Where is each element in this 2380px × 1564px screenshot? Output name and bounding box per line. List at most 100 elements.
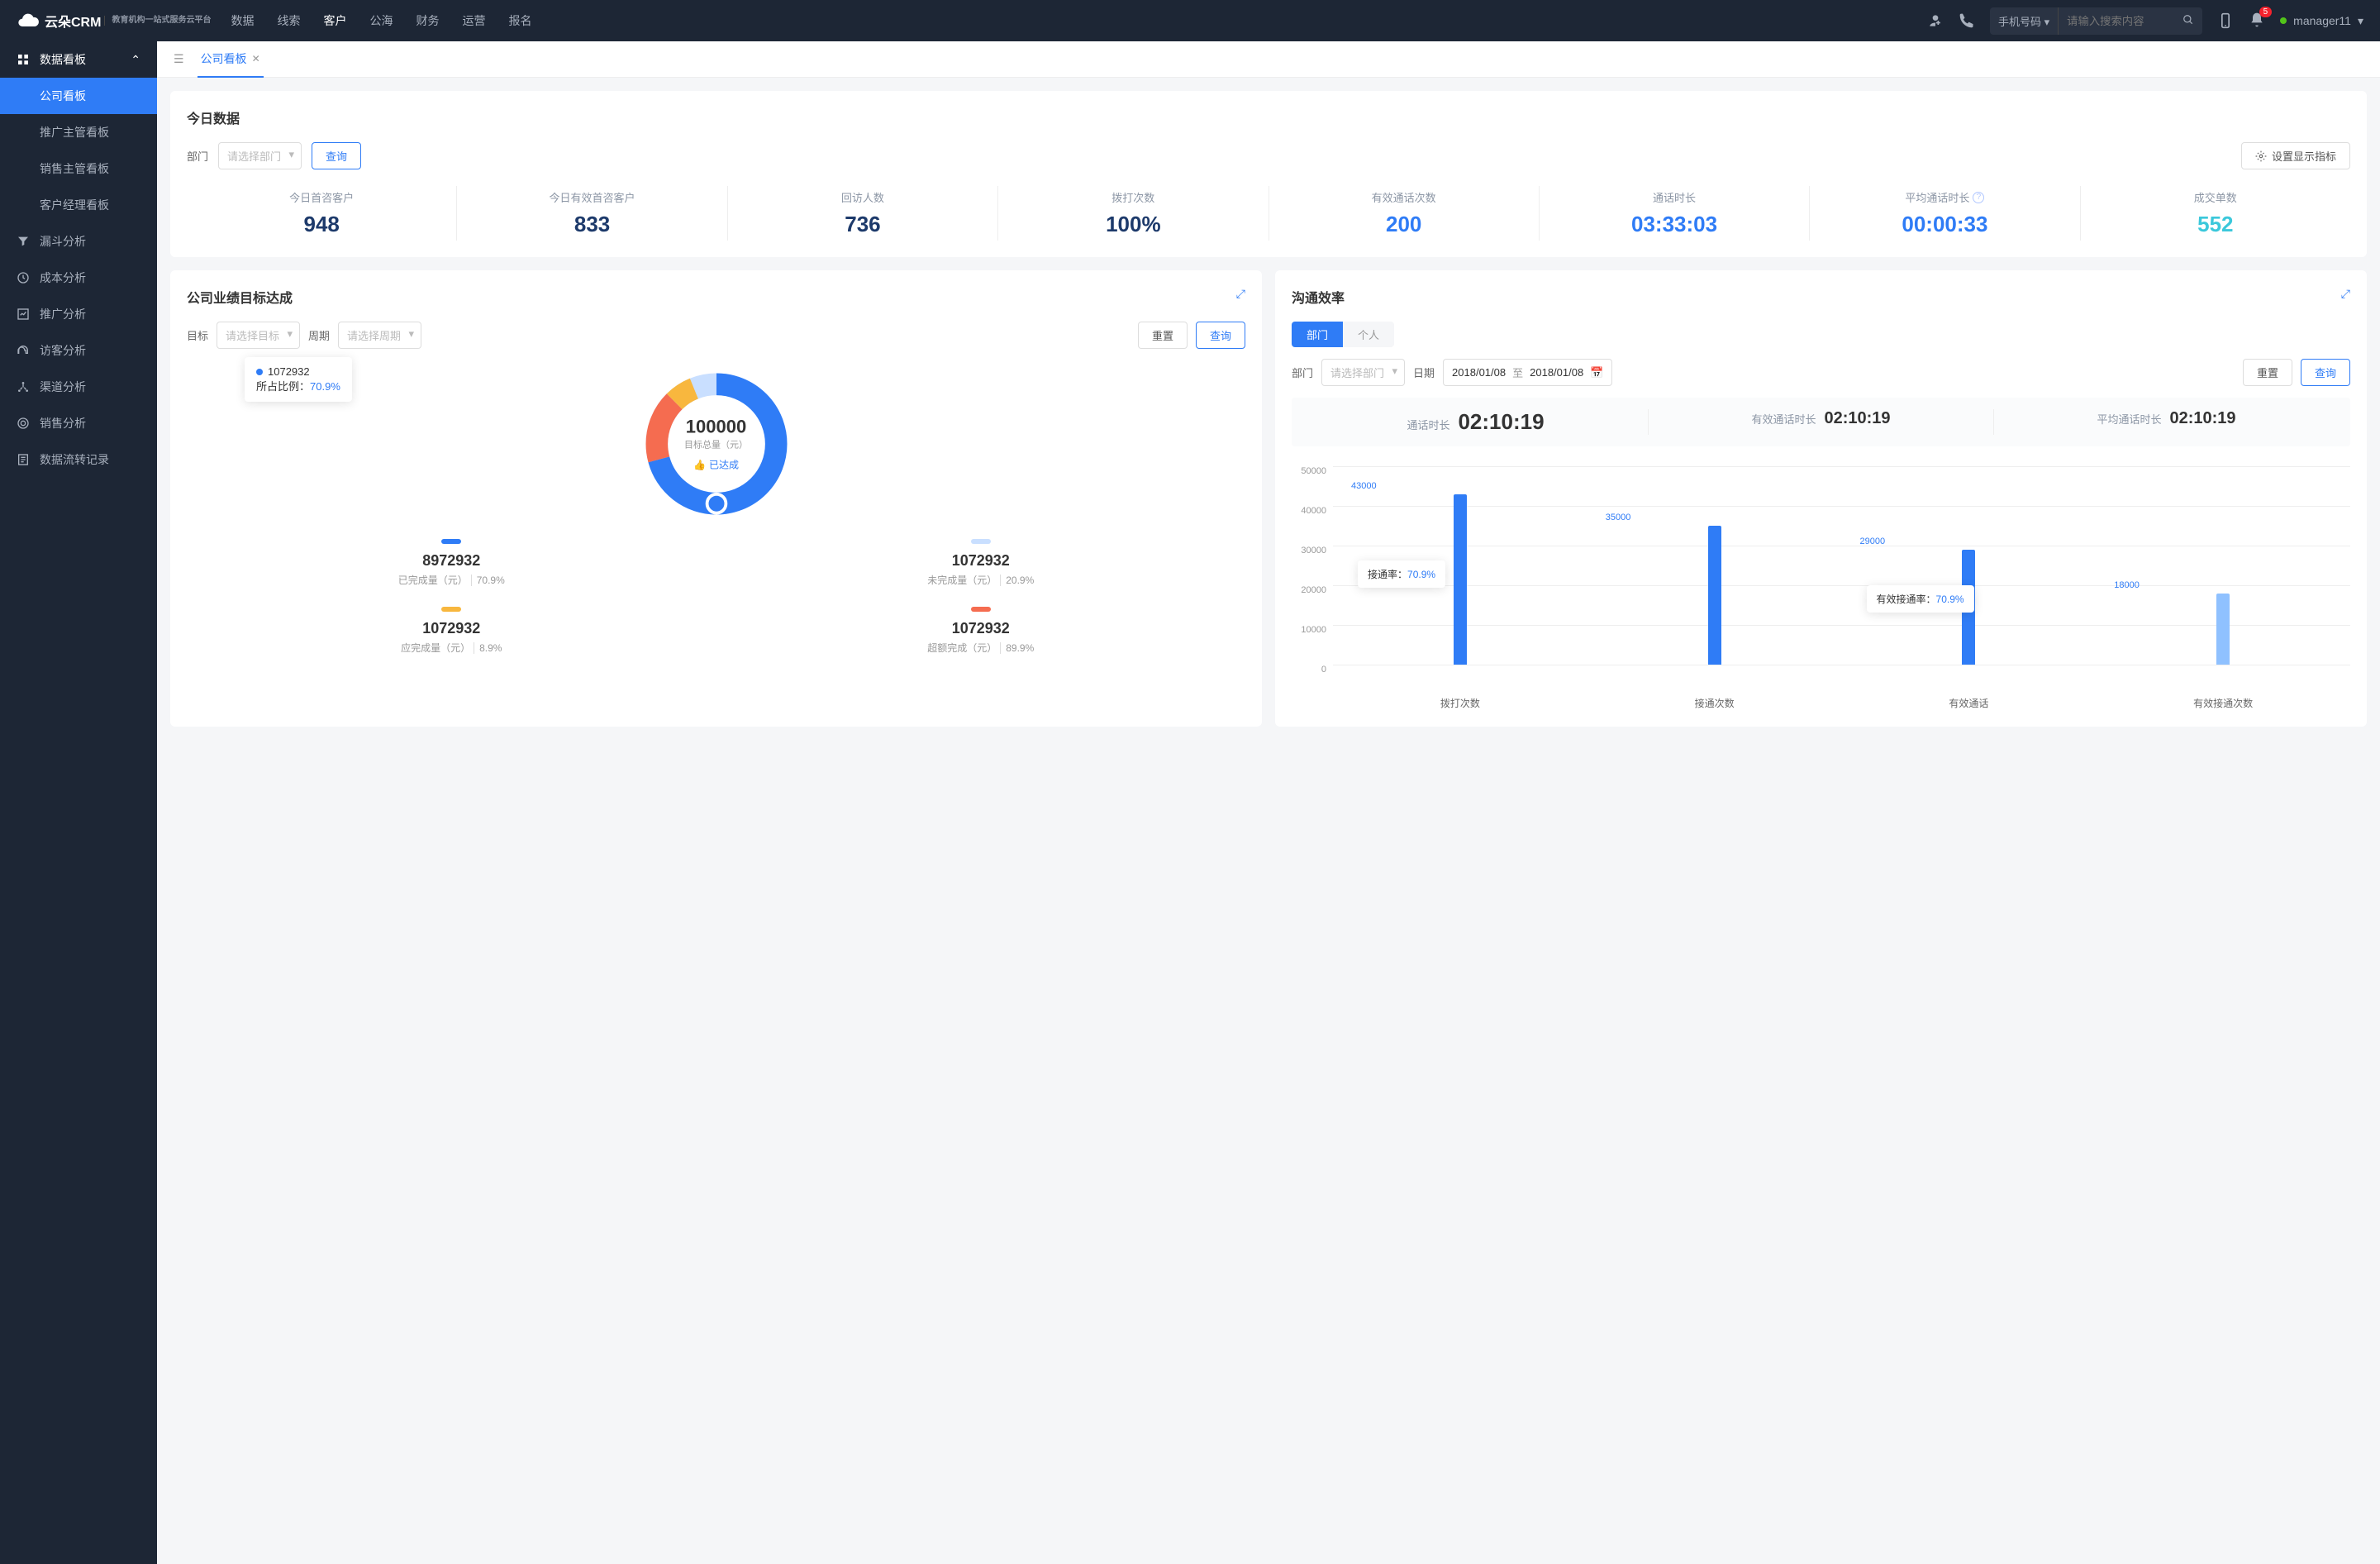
x-label: 拨打次数 [1333, 696, 1587, 710]
expand-icon[interactable]: ⤢ [1236, 287, 1245, 301]
y-tick: 10000 [1301, 625, 1326, 635]
headset-icon [17, 344, 30, 357]
sidebar-item[interactable]: 推广主管看板 [0, 114, 157, 150]
search-box: 手机号码 ▾ [1990, 7, 2202, 35]
bar [1708, 526, 1721, 665]
sidebar-menu-item[interactable]: 数据流转记录 [0, 441, 157, 478]
sidebar: 数据看板 ⌃ 公司看板推广主管看板销售主管看板客户经理看板 漏斗分析成本分析推广… [0, 41, 157, 1564]
stat-item: 平均通话时长?00:00:33 [1810, 186, 2080, 241]
pill-dept[interactable]: 部门 [1292, 322, 1343, 347]
metric-value: 1072932 [716, 552, 1246, 570]
summary-value: 02:10:19 [1824, 409, 1890, 428]
x-label: 有效通话 [1842, 696, 2097, 710]
sidebar-menu-label: 访客分析 [40, 342, 86, 359]
y-tick: 0 [1321, 665, 1326, 675]
nav-item[interactable]: 运营 [462, 1, 485, 41]
tab-label: 公司看板 [201, 50, 247, 67]
query-button[interactable]: 查询 [312, 142, 361, 169]
tabs-collapse-icon[interactable]: ☰ [174, 52, 184, 66]
dept-label: 部门 [187, 148, 208, 164]
add-user-icon[interactable] [1927, 12, 1944, 29]
sidebar-menu-item[interactable]: 漏斗分析 [0, 223, 157, 260]
info-icon[interactable]: ? [1973, 192, 1984, 203]
sidebar-group-dashboard[interactable]: 数据看板 ⌃ [0, 41, 157, 78]
nav-item[interactable]: 报名 [508, 1, 531, 41]
expand-icon[interactable]: ⤢ [2341, 287, 2350, 301]
summary-value: 02:10:19 [2169, 409, 2235, 428]
dept-label: 部门 [1292, 365, 1313, 380]
nav-item[interactable]: 客户 [323, 1, 346, 41]
pill-person[interactable]: 个人 [1343, 322, 1394, 347]
dashboard-icon [17, 53, 30, 66]
metric-color-bar [441, 607, 461, 612]
stat-label: 有效通话次数 [1269, 189, 1539, 205]
close-icon[interactable]: ✕ [252, 53, 260, 64]
nav-item[interactable]: 财务 [416, 1, 439, 41]
nav-item[interactable]: 数据 [231, 1, 254, 41]
search-input[interactable] [2059, 9, 2174, 33]
sidebar-item[interactable]: 客户经理看板 [0, 187, 157, 223]
target-select[interactable]: 请选择目标 [217, 322, 300, 349]
user-menu[interactable]: manager11 ▾ [2280, 14, 2363, 28]
metric-value: 1072932 [716, 620, 1246, 637]
bar-group: 29000有效接通率：70.9% [1842, 550, 2097, 665]
top-header: 云朵CRM 教育机构一站式服务云平台 数据线索客户公海财务运营报名 手机号码 ▾… [0, 0, 2380, 41]
stat-label: 今日首咨客户 [187, 189, 456, 205]
dept-select[interactable]: 请选择部门 [1321, 359, 1405, 386]
sidebar-item[interactable]: 公司看板 [0, 78, 157, 114]
mobile-icon[interactable] [2217, 12, 2234, 29]
nav-item[interactable]: 公海 [369, 1, 393, 41]
card-title: 沟通效率 [1292, 287, 2350, 307]
summary-label: 通话时长 [1407, 417, 1449, 432]
period-select[interactable]: 请选择周期 [338, 322, 421, 349]
stat-value: 552 [2081, 212, 2350, 237]
query-button[interactable]: 查询 [1196, 322, 1245, 349]
chart-tooltip: 有效接通率：70.9% [1867, 585, 1974, 613]
bar [2216, 594, 2230, 665]
sidebar-item[interactable]: 销售主管看板 [0, 150, 157, 187]
log-icon [17, 453, 30, 466]
logo-subtitle: 教育机构一站式服务云平台 [104, 16, 211, 26]
notification-badge: 5 [2259, 7, 2273, 17]
nav-item[interactable]: 线索 [277, 1, 300, 41]
search-button[interactable] [2174, 8, 2202, 34]
chart-tooltip: 接通率：70.9% [1358, 560, 1445, 588]
logo: 云朵CRM 教育机构一站式服务云平台 [17, 9, 211, 32]
sidebar-menu-item[interactable]: 渠道分析 [0, 369, 157, 405]
metric-color-bar [441, 539, 461, 544]
dept-select[interactable]: 请选择部门 [218, 142, 302, 169]
metric-label: 已完成量（元）70.9% [187, 573, 716, 587]
stat-value: 00:00:33 [1810, 212, 2079, 237]
bar-chart: 01000020000300004000050000 43000接通率：70.9… [1292, 458, 2350, 689]
sidebar-menu-label: 数据流转记录 [40, 451, 109, 468]
settings-metrics-button[interactable]: 设置显示指标 [2241, 142, 2350, 169]
card-title: 今日数据 [187, 107, 2350, 127]
today-data-card: 今日数据 部门 请选择部门 查询 设置显示指标 今日首咨客户948今日有效首咨客… [170, 91, 2367, 257]
notifications[interactable]: 5 [2249, 12, 2265, 31]
network-icon [17, 380, 30, 393]
tab-company-dashboard[interactable]: 公司看板 ✕ [198, 41, 264, 78]
metric-item: 1072932应完成量（元）8.9% [187, 607, 716, 655]
content-tabs: ☰ 公司看板 ✕ [157, 41, 2380, 78]
search-type-select[interactable]: 手机号码 ▾ [1990, 7, 2059, 35]
query-button[interactable]: 查询 [2301, 359, 2350, 386]
summary-item: 通话时长02:10:19 [1303, 409, 1649, 435]
date-range-input[interactable]: 2018/01/08 至 2018/01/08 📅 [1443, 359, 1612, 386]
stat-value: 833 [457, 212, 726, 237]
summary-item: 平均通话时长02:10:19 [1994, 409, 2339, 435]
sidebar-menu-item[interactable]: 访客分析 [0, 332, 157, 369]
bar-group: 43000接通率：70.9% [1333, 494, 1587, 665]
metric-value: 8972932 [187, 552, 716, 570]
reset-button[interactable]: 重置 [2243, 359, 2292, 386]
phone-icon[interactable] [1959, 12, 1975, 29]
sidebar-group-label: 数据看板 [40, 51, 86, 68]
sidebar-menu-item[interactable]: 销售分析 [0, 405, 157, 441]
bar-value-label: 43000 [1351, 481, 1377, 491]
stat-value: 948 [187, 212, 456, 237]
stat-label: 拨打次数 [998, 189, 1268, 205]
sidebar-menu-item[interactable]: 推广分析 [0, 296, 157, 332]
stat-label: 通话时长 [1540, 189, 1809, 205]
sidebar-menu-item[interactable]: 成本分析 [0, 260, 157, 296]
stat-label: 回访人数 [728, 189, 997, 205]
reset-button[interactable]: 重置 [1138, 322, 1188, 349]
